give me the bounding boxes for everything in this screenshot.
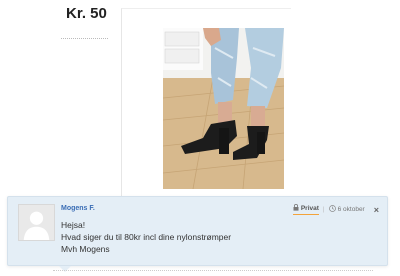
comment-line: Hejsa! <box>61 220 86 230</box>
lock-icon <box>293 204 299 213</box>
sandals-photo-image <box>163 28 284 189</box>
divider <box>61 38 108 39</box>
author-link[interactable]: Mogens F. <box>61 205 95 212</box>
privacy-toggle[interactable]: Privat <box>292 204 319 215</box>
meta-separator: | <box>322 206 325 213</box>
comment-pointer <box>59 266 71 272</box>
comment-box: Mogens F. Privat | 6 oktober × Hejsa! Hv… <box>7 196 388 266</box>
default-avatar-icon <box>18 204 55 241</box>
clock-icon <box>328 205 336 214</box>
privacy-label: Privat <box>300 205 319 212</box>
price-label: Kr. 50 <box>66 5 107 22</box>
close-icon[interactable]: × <box>374 205 379 215</box>
comment-line: Mvh Mogens <box>61 244 110 254</box>
listing-photo[interactable] <box>163 28 284 189</box>
comment-line: Hvad siger du til 80kr incl dine nylonst… <box>61 232 232 242</box>
comment-date: 6 oktober <box>328 205 365 214</box>
date-label: 6 oktober <box>337 206 365 213</box>
divider <box>53 270 373 271</box>
comment-meta: Privat | 6 oktober × <box>292 204 379 215</box>
